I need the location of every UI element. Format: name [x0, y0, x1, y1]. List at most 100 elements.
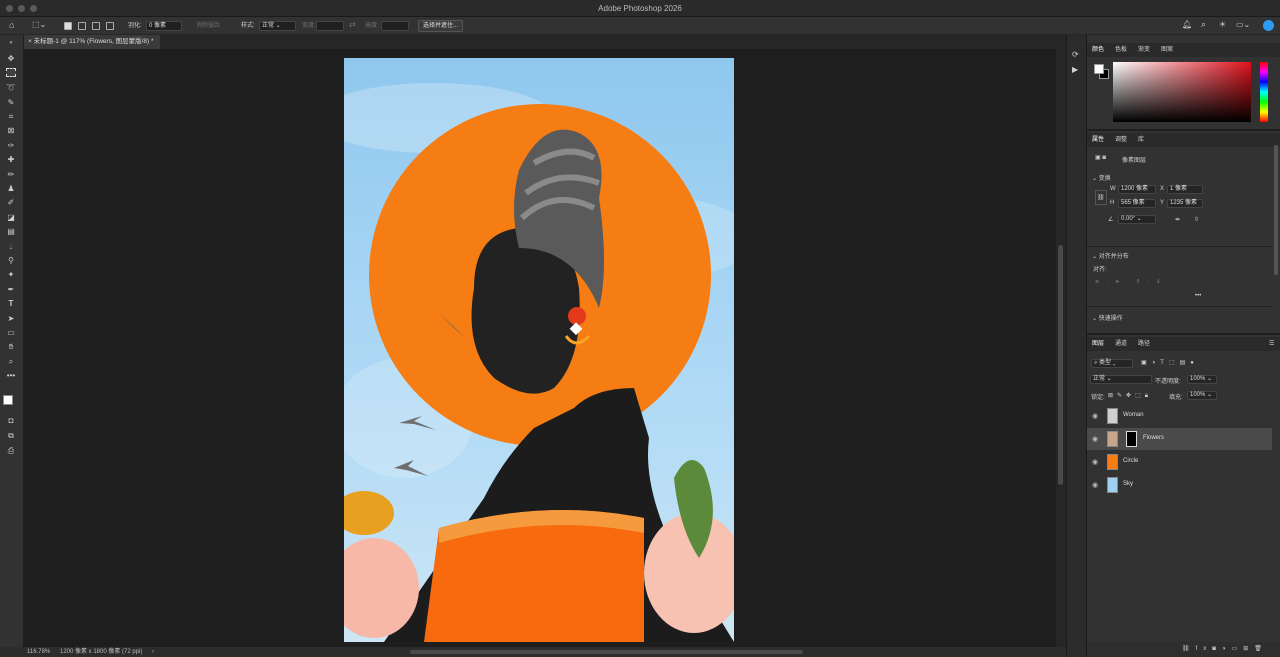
swap-icon[interactable]: ⇄	[349, 19, 356, 31]
layers-footer-icons[interactable]: ⛓fx◙◑▭⊞🗑︎	[1182, 645, 1268, 652]
pen-tool-icon[interactable]: ✒	[5, 284, 17, 295]
layer-row-woman[interactable]: ◉ Woman	[1087, 405, 1272, 427]
layer-mask-thumbnail[interactable]	[1126, 431, 1137, 447]
quick-mask-icon[interactable]: ◘	[5, 415, 17, 426]
lasso-tool-icon[interactable]: ➰	[5, 82, 17, 93]
hand-tool-icon[interactable]: ✋︎	[5, 341, 17, 352]
status-chevron-icon[interactable]: ›	[152, 647, 154, 657]
antialias-checkbox[interactable]: 消除锯齿	[196, 20, 220, 32]
rectangle-tool-icon[interactable]: ▭	[5, 327, 17, 338]
foreground-color-swatch[interactable]	[3, 395, 13, 405]
layer-filter-icons[interactable]: ▣◑T⬚▤●	[1141, 359, 1199, 366]
horizontal-scrollbar-thumb[interactable]	[410, 650, 803, 654]
hue-slider[interactable]	[1260, 62, 1268, 122]
tab-patterns[interactable]: 图案	[1161, 43, 1173, 57]
dodge-tool-icon[interactable]: ⚲	[5, 255, 17, 266]
height-value-input[interactable]: 565 像素	[1118, 199, 1156, 208]
flip-vertical-icon[interactable]: ⇳	[1194, 216, 1199, 223]
eyedropper-tool-icon[interactable]: ✑	[5, 140, 17, 151]
tab-layers[interactable]: 图层	[1092, 337, 1104, 351]
zoom-level[interactable]: 116.78%	[27, 647, 50, 657]
vertical-scrollbar[interactable]	[1056, 35, 1066, 647]
crop-tool-icon[interactable]: ⌗	[5, 111, 17, 122]
panel-foreground-swatch[interactable]	[1094, 64, 1104, 74]
panel-menu-icon[interactable]: ☰	[1269, 337, 1274, 351]
color-field[interactable]	[1113, 62, 1251, 122]
fill-input[interactable]: 100% ⌄	[1187, 391, 1217, 400]
transform-header[interactable]: ⌄ 变换	[1092, 173, 1111, 182]
type-tool-icon[interactable]: T	[5, 298, 17, 309]
cloud-icon[interactable]	[1263, 20, 1274, 31]
blur-tool-icon[interactable]: 💧︎	[5, 241, 17, 252]
vertical-scrollbar-thumb[interactable]	[1058, 245, 1063, 485]
select-and-mask-button[interactable]: 选择并遮住...	[418, 20, 464, 32]
light-icon[interactable]: ☀	[1219, 19, 1226, 31]
subtract-selection-icon[interactable]	[92, 22, 100, 30]
layer-thumbnail[interactable]	[1107, 431, 1118, 447]
quick-select-tool-icon[interactable]: ✎	[5, 97, 17, 108]
layer-filter-select[interactable]: ⌕ 类型 ⌄	[1091, 359, 1133, 368]
width-input[interactable]	[316, 21, 344, 31]
lock-icons[interactable]: ⊠✎✥⬚🔒︎	[1108, 392, 1152, 400]
align-header[interactable]: ⌄ 对齐并分布	[1092, 251, 1129, 260]
layer-row-sky[interactable]: ◉ Sky	[1087, 474, 1272, 496]
tab-properties[interactable]: 属性	[1092, 133, 1104, 147]
clone-stamp-tool-icon[interactable]: ♟	[5, 183, 17, 194]
angle-input[interactable]: 0.00° ⌄	[1118, 215, 1156, 224]
align-buttons-icons[interactable]: ⫷⫶⫸ ⫯⫶⫰	[1095, 279, 1168, 286]
tab-adjustments[interactable]: 调整	[1115, 133, 1127, 147]
share-icon[interactable]: ⎙	[5, 445, 17, 456]
home-icon[interactable]: ⌂	[9, 19, 14, 31]
layer-row-flowers[interactable]: ◉ Flowers	[1087, 428, 1272, 450]
flip-horizontal-icon[interactable]: ⇹	[1175, 216, 1180, 223]
width-value-input[interactable]: 1200 像素	[1118, 185, 1156, 194]
x-value-input[interactable]: 1 像素	[1167, 185, 1203, 194]
eraser-tool-icon[interactable]: ◪	[5, 212, 17, 223]
y-value-input[interactable]: 1235 像素	[1167, 199, 1203, 208]
ai-tool-icon[interactable]: ✦	[5, 269, 17, 280]
frame-tool-icon[interactable]: ⊠	[5, 125, 17, 136]
zoom-tool-icon[interactable]: ⌕	[5, 356, 17, 367]
layer-thumbnail[interactable]	[1107, 477, 1118, 493]
workspace-icon[interactable]: ▭⌄	[1236, 19, 1250, 31]
brush-tool-icon[interactable]: ✏	[5, 169, 17, 180]
gradient-tool-icon[interactable]: ▤	[5, 226, 17, 237]
actions-panel-icon[interactable]: ▶	[1072, 65, 1078, 74]
add-selection-icon[interactable]	[78, 22, 86, 30]
quick-actions-header[interactable]: ⌄ 快速操作	[1092, 313, 1123, 322]
healing-brush-tool-icon[interactable]: ✚	[5, 154, 17, 165]
intersect-selection-icon[interactable]	[106, 22, 114, 30]
more-tools-icon[interactable]: •••	[5, 370, 17, 381]
canvas-area[interactable]	[24, 49, 1056, 647]
visibility-eye-icon[interactable]: ◉	[1092, 481, 1098, 489]
tab-libraries[interactable]: 库	[1138, 133, 1144, 147]
document-tab[interactable]: × 未标题-1 @ 117% (Flowers, 图层蒙版/8) *	[24, 35, 160, 49]
path-select-tool-icon[interactable]: ➤	[5, 313, 17, 324]
history-brush-tool-icon[interactable]: ✐	[5, 197, 17, 208]
tab-channels[interactable]: 通道	[1115, 337, 1127, 351]
tab-swatches[interactable]: 色板	[1115, 43, 1127, 57]
height-input[interactable]	[381, 21, 409, 31]
new-selection-icon[interactable]	[64, 22, 72, 30]
tab-paths[interactable]: 路径	[1138, 337, 1150, 351]
layer-row-circle[interactable]: ◉ Circle	[1087, 451, 1272, 473]
visibility-eye-icon[interactable]: ◉	[1092, 412, 1098, 420]
marquee-preset-icon[interactable]: ⬚⌄	[32, 19, 46, 31]
screen-mode-icon[interactable]: ⧉	[5, 430, 17, 441]
properties-scrollbar[interactable]	[1274, 145, 1278, 275]
tab-color[interactable]: 颜色	[1092, 43, 1104, 57]
style-select[interactable]: 正常 ⌄	[259, 21, 296, 31]
artwork[interactable]	[344, 58, 734, 642]
toolbar-collapse-icon[interactable]: »	[5, 38, 17, 49]
search-icon[interactable]: ⌕	[1201, 18, 1206, 30]
feather-input[interactable]: 0 像素	[146, 21, 182, 31]
more-align-button[interactable]: •••	[1195, 293, 1201, 299]
move-tool-icon[interactable]: ✥	[5, 53, 17, 64]
bell-icon[interactable]: 🔔︎	[1182, 19, 1192, 31]
tab-gradients[interactable]: 渐变	[1138, 43, 1150, 57]
layer-thumbnail[interactable]	[1107, 408, 1118, 424]
blend-mode-select[interactable]: 正常 ⌄	[1090, 375, 1152, 384]
history-panel-icon[interactable]: ⟳	[1072, 50, 1079, 59]
layer-thumbnail[interactable]	[1107, 454, 1118, 470]
visibility-eye-icon[interactable]: ◉	[1092, 458, 1098, 466]
